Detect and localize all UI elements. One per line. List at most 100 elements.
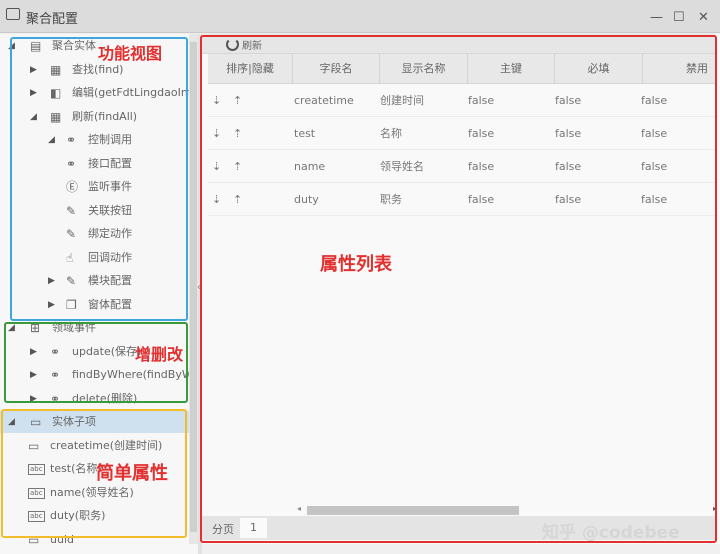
table-row[interactable]: ⇣ ⇡ name 领导姓名 false false false	[208, 150, 716, 183]
tree-item[interactable]: ◢ ▦ 刷新(findAll)	[0, 106, 189, 128]
tree-item[interactable]: ☝ 回调动作	[0, 247, 189, 269]
tree-item[interactable]: ⚭ 接口配置	[0, 153, 189, 175]
tree-item-label: 关联按钮	[88, 203, 132, 217]
expand-arrow-icon[interactable]: ▶	[30, 364, 37, 386]
tree-item[interactable]: Ⓔ 监听事件	[0, 176, 189, 198]
tree-item[interactable]: ▶ ⚭ findByWhere(findByWhere)	[0, 364, 222, 386]
primary-key-cell: false	[468, 127, 495, 140]
tree-item-label: 聚合实体	[52, 39, 96, 52]
refresh-button[interactable]: 刷新	[226, 36, 262, 52]
edit-doc-icon: ✎	[66, 274, 77, 288]
tree-item[interactable]: ▭ uuid	[0, 529, 189, 551]
required-cell: false	[555, 160, 582, 173]
attribute-panel: 刷新 排序|隐藏 字段名 显示名称 主键 必填 禁用 ◂ ▸ 分页 1 知乎 @codeb…	[202, 34, 720, 544]
tree-item-label: 回调动作	[88, 250, 132, 264]
maximize-button[interactable]: ☐	[673, 10, 685, 25]
tree-item[interactable]: ▶ ◧ 编辑(getFdtLingdaoInfo)	[0, 82, 203, 104]
tree-item-label: createtime(创建时间)	[50, 438, 163, 452]
column-header[interactable]: 排序|隐藏	[208, 54, 293, 84]
column-header[interactable]: 禁用	[643, 54, 716, 84]
expand-arrow-icon[interactable]: ▶	[48, 294, 55, 316]
field-name-cell: name	[294, 160, 326, 173]
title-bar: 聚合配置 — ☐ ✕	[0, 0, 720, 33]
minimize-button[interactable]: —	[650, 10, 663, 25]
expand-arrow-icon[interactable]: ▶	[30, 388, 37, 410]
expand-arrow-icon[interactable]: ▶	[30, 341, 37, 363]
field-icon: ▭	[28, 532, 40, 547]
sort-up-button[interactable]: ⇡	[233, 84, 242, 117]
tree-item[interactable]: ✎ 关联按钮	[0, 200, 189, 222]
tree-item-label: 模块配置	[88, 274, 132, 287]
close-button[interactable]: ✕	[698, 10, 709, 25]
sort-up-button[interactable]: ⇡	[233, 183, 242, 216]
abc-icon: abc	[28, 464, 45, 475]
column-header[interactable]: 显示名称	[380, 54, 468, 84]
display-name-cell: 职务	[380, 193, 402, 206]
annotation-crud: 增删改	[135, 345, 184, 364]
tree-item-label: 接口配置	[88, 156, 132, 170]
tree-item-label: 实体子项	[52, 415, 96, 428]
collapse-arrow-icon[interactable]: ◢	[8, 411, 15, 433]
tree-item[interactable]: abc duty(职务)	[0, 505, 189, 527]
horizontal-scrollbar[interactable]: ◂ ▸	[297, 504, 717, 516]
sort-down-button[interactable]: ⇣	[212, 150, 221, 183]
collapse-arrow-icon[interactable]: ◢	[30, 106, 37, 128]
collapse-arrow-icon[interactable]: ◢	[8, 35, 15, 57]
link-icon: ⚭	[50, 344, 61, 359]
primary-key-cell: false	[468, 193, 495, 206]
display-name-cell: 创建时间	[380, 94, 424, 107]
primary-key-cell: false	[468, 94, 495, 107]
annotation-attr-list: 属性列表	[320, 254, 392, 275]
table-icon: ▦	[50, 109, 62, 124]
refresh-label: 刷新	[242, 40, 262, 52]
tree-item[interactable]: ▶ ❐ 窗体配置	[0, 294, 189, 316]
tree-item[interactable]: ▭ createtime(创建时间)	[0, 435, 189, 457]
table-row[interactable]: ⇣ ⇡ duty 职务 false false false	[208, 183, 716, 216]
tree-item[interactable]: ◢ ▭ 实体子项	[0, 411, 189, 433]
tree-item-label: 刷新(findAll)	[72, 109, 138, 123]
sort-up-button[interactable]: ⇡	[233, 150, 242, 183]
collapse-arrow-icon[interactable]: ◢	[8, 317, 15, 339]
tree-item[interactable]: ✎ 绑定动作	[0, 223, 189, 245]
tree-item[interactable]: ◢ ⚭ 控制调用	[0, 129, 189, 151]
tree-item-label: 绑定动作	[88, 227, 132, 240]
entity-icon: ▤	[30, 39, 42, 53]
tree-item[interactable]: ▶ ✎ 模块配置	[0, 270, 189, 292]
table-row[interactable]: ⇣ ⇡ createtime 创建时间 false false false	[208, 84, 716, 117]
expand-arrow-icon[interactable]: ▶	[48, 270, 55, 292]
column-header[interactable]: 必填	[555, 54, 643, 84]
event-icon: Ⓔ	[66, 180, 79, 194]
collapse-arrow-icon[interactable]: ◢	[48, 129, 55, 151]
sort-down-button[interactable]: ⇣	[212, 117, 221, 150]
disabled-cell: false	[641, 193, 668, 206]
sort-down-button[interactable]: ⇣	[212, 183, 221, 216]
sort-down-button[interactable]: ⇣	[212, 84, 221, 117]
tree-item-label: delete(删除)	[72, 391, 138, 405]
column-header[interactable]: 字段名	[293, 54, 380, 84]
page-number-input[interactable]: 1	[240, 518, 267, 538]
sort-up-button[interactable]: ⇡	[233, 117, 242, 150]
annotation-functional-view: 功能视图	[98, 44, 163, 63]
column-header[interactable]: 主键	[468, 54, 555, 84]
primary-key-cell: false	[468, 160, 495, 173]
table-header: 排序|隐藏 字段名 显示名称 主键 必填 禁用	[208, 54, 716, 84]
expand-arrow-icon[interactable]: ▶	[30, 82, 37, 104]
form-icon: ◧	[50, 86, 62, 100]
tree-item-label: uuid	[50, 532, 74, 546]
required-cell: false	[555, 94, 582, 107]
link-icon: ⚭	[50, 368, 61, 382]
hand-icon: ☝	[66, 250, 74, 265]
field-icon: ▭	[30, 415, 42, 429]
field-name-cell: duty	[294, 193, 319, 206]
tree-item[interactable]: ▶ ⚭ delete(删除)	[0, 388, 189, 410]
abc-icon: abc	[28, 487, 45, 499]
expand-arrow-icon[interactable]: ▶	[30, 59, 37, 81]
refresh-icon	[226, 37, 239, 51]
table-row[interactable]: ⇣ ⇡ test 名称 false false false	[208, 117, 716, 150]
display-name-cell: 领导姓名	[380, 160, 424, 173]
disabled-cell: false	[641, 127, 668, 140]
abc-icon: abc	[28, 511, 45, 522]
link-icon: ⚭	[50, 391, 61, 406]
field-name-cell: createtime	[294, 94, 354, 107]
tree-item[interactable]: ◢ ⊞ 领域事件	[0, 317, 189, 339]
